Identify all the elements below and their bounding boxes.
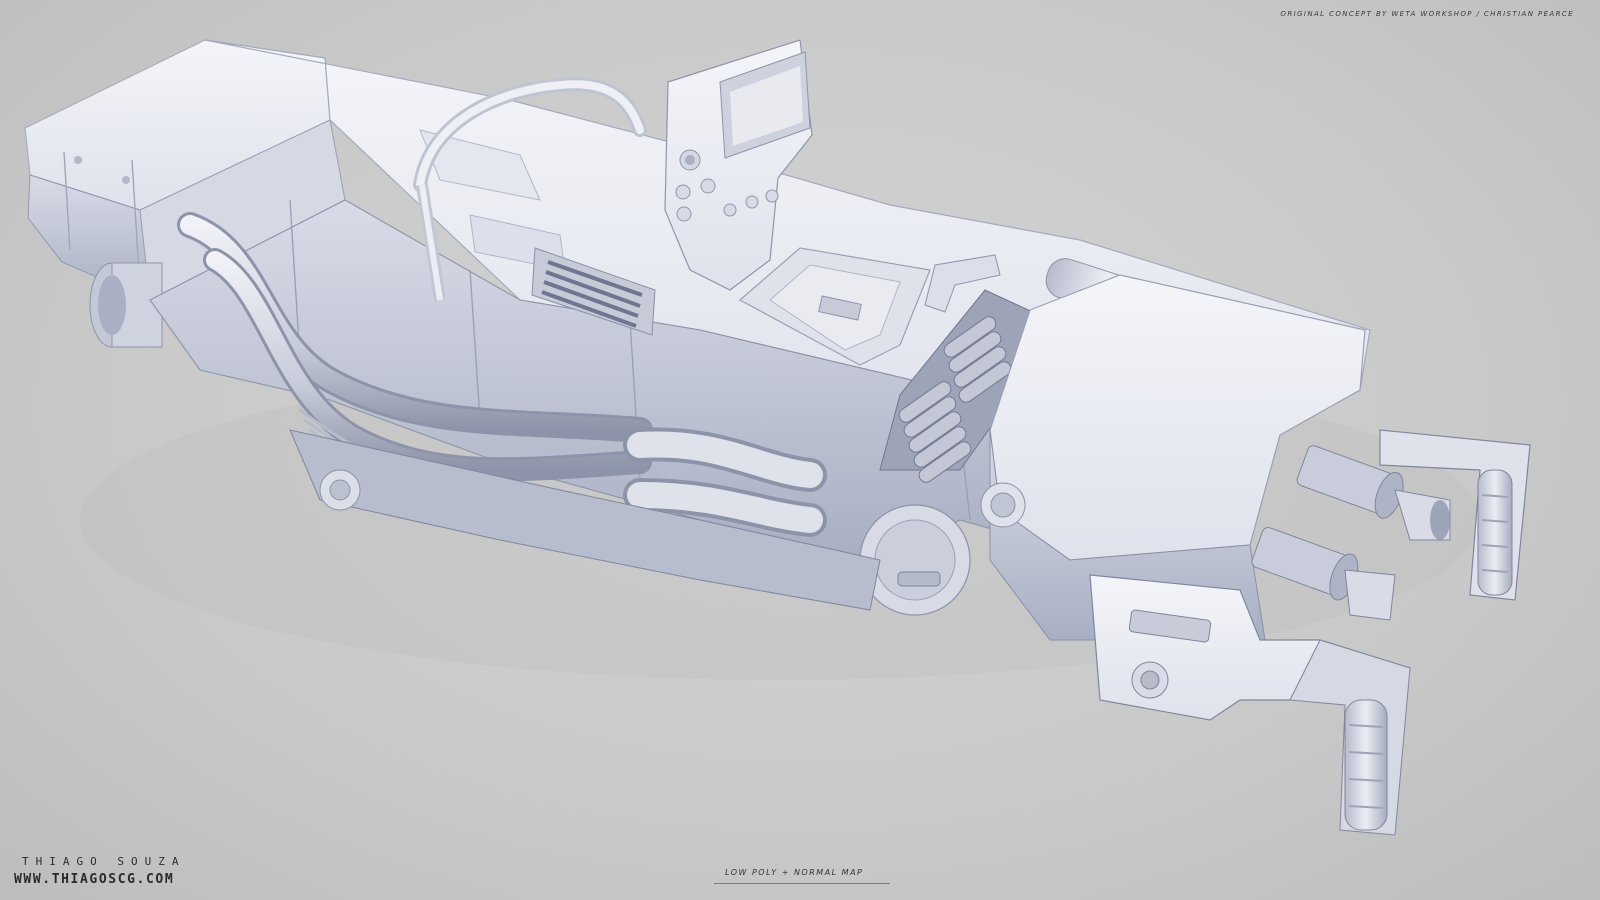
caption-underline xyxy=(714,883,890,884)
render-caption: LOW POLY + NORMAL MAP xyxy=(725,868,864,877)
author-website: WWW.THIAGOSCG.COM xyxy=(14,872,175,887)
concept-credit: ORIGINAL CONCEPT BY WETA WORKSHOP / CHRI… xyxy=(1280,10,1574,18)
weapon-render xyxy=(24,39,1531,836)
author-name: THIAGO SOUZA xyxy=(22,855,186,868)
